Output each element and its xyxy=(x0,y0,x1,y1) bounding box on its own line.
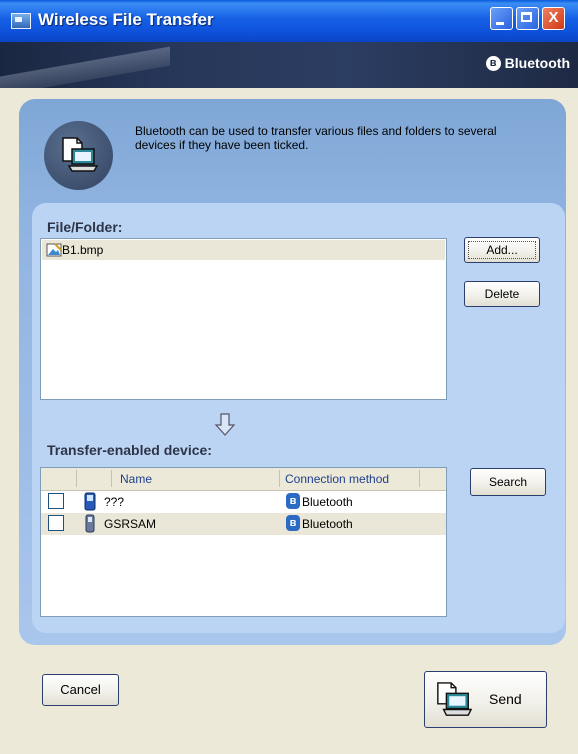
file-folder-label: File/Folder: xyxy=(47,219,123,235)
phone-icon xyxy=(84,492,96,511)
maximize-button[interactable] xyxy=(516,7,539,30)
bitmap-file-icon xyxy=(46,243,62,257)
file-list[interactable]: B1.bmp xyxy=(40,238,447,400)
column-separator xyxy=(279,470,280,487)
table-row[interactable]: GSRSAM ʙ Bluetooth xyxy=(41,513,446,535)
column-separator xyxy=(111,470,112,487)
info-icon-circle xyxy=(44,121,113,190)
close-icon: X xyxy=(548,9,559,26)
bluetooth-brand-text: Bluetooth xyxy=(504,55,570,71)
file-transfer-icon xyxy=(62,137,99,172)
header-banner: ʙ Bluetooth xyxy=(0,42,578,88)
search-button[interactable]: Search xyxy=(470,468,546,496)
bluetooth-brand: ʙ Bluetooth xyxy=(485,55,570,71)
minimize-button[interactable] xyxy=(490,7,513,30)
connection-method: Bluetooth xyxy=(302,495,353,509)
device-name: ??? xyxy=(104,495,125,509)
column-header-connection[interactable]: Connection method xyxy=(285,472,389,486)
device-checkbox[interactable] xyxy=(48,493,64,509)
bluetooth-icon: ʙ xyxy=(286,515,300,531)
delete-button[interactable]: Delete xyxy=(464,281,540,307)
send-button[interactable]: Send xyxy=(424,671,547,728)
phone-icon xyxy=(85,514,95,533)
column-separator xyxy=(76,470,77,487)
device-name: GSRSAM xyxy=(104,517,157,531)
list-item[interactable]: B1.bmp xyxy=(42,240,445,260)
title-bar[interactable]: Wireless File Transfer X xyxy=(0,0,578,42)
bluetooth-logo-icon: ʙ xyxy=(485,55,501,71)
info-description: Bluetooth can be used to transfer variou… xyxy=(135,124,497,152)
cancel-button[interactable]: Cancel xyxy=(42,674,119,706)
device-list-header: Name Connection method xyxy=(41,468,446,491)
send-file-icon xyxy=(437,682,473,716)
laptop-graphic xyxy=(0,42,170,88)
table-row[interactable]: ??? ʙ Bluetooth xyxy=(41,491,446,513)
device-list[interactable]: Name Connection method ??? ʙ Bluetooth G… xyxy=(40,467,447,617)
add-button[interactable]: Add... xyxy=(464,237,540,263)
app-icon xyxy=(11,13,31,29)
window-title: Wireless File Transfer xyxy=(38,10,214,29)
main-panel: Bluetooth can be used to transfer variou… xyxy=(19,99,566,645)
send-label: Send xyxy=(489,691,522,707)
column-separator xyxy=(419,470,420,487)
arrow-down-icon xyxy=(214,413,236,436)
file-name: B1.bmp xyxy=(62,243,104,257)
transfer-panel: File/Folder: B1.bmp Add... Delete Transf… xyxy=(32,203,565,633)
column-header-name[interactable]: Name xyxy=(120,472,152,486)
connection-method: Bluetooth xyxy=(302,517,353,531)
bluetooth-icon: ʙ xyxy=(286,493,300,509)
transfer-device-label: Transfer-enabled device: xyxy=(47,442,212,458)
close-button[interactable]: X xyxy=(542,7,565,30)
device-checkbox[interactable] xyxy=(48,515,64,531)
